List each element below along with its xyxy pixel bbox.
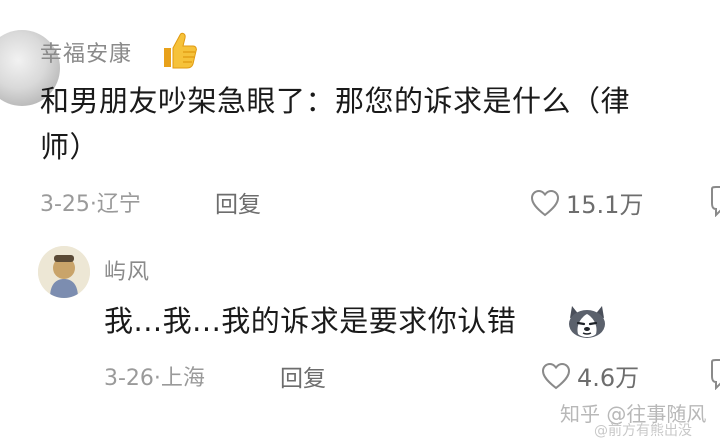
- husky-emoji-icon: [569, 306, 605, 338]
- reply-button[interactable]: 回复: [215, 185, 261, 219]
- comment-text: 我...我...我的诉求是要求你认错: [104, 304, 517, 338]
- dislike-icon[interactable]: [708, 358, 720, 390]
- heart-icon: [541, 362, 571, 389]
- thumbs-up-icon: [164, 32, 197, 69]
- like-count: 4.6万: [577, 364, 640, 392]
- avatar[interactable]: [38, 246, 90, 298]
- watermark-sub: @前方有熊出没: [594, 423, 692, 439]
- like-count: 15.1万: [566, 191, 644, 219]
- comment-meta: 3-25·辽宁: [40, 192, 141, 217]
- comment-meta: 3-26·上海: [104, 366, 205, 391]
- dislike-icon[interactable]: [708, 185, 720, 217]
- reply-button[interactable]: 回复: [280, 359, 326, 393]
- like-button[interactable]: 4.6万: [541, 358, 639, 393]
- heart-icon: [530, 189, 560, 216]
- username[interactable]: 屿风: [104, 254, 150, 286]
- comment-text: 师）: [40, 130, 100, 164]
- comments-screen: 幸福安康 和男朋友吵架急眼了：那您的诉求是什么（律 师） 3-25·辽宁 回复 …: [0, 0, 720, 445]
- like-button[interactable]: 15.1万: [530, 185, 643, 220]
- comment-text: 和男朋友吵架急眼了：那您的诉求是什么（律: [40, 84, 631, 118]
- username[interactable]: 幸福安康: [40, 36, 132, 68]
